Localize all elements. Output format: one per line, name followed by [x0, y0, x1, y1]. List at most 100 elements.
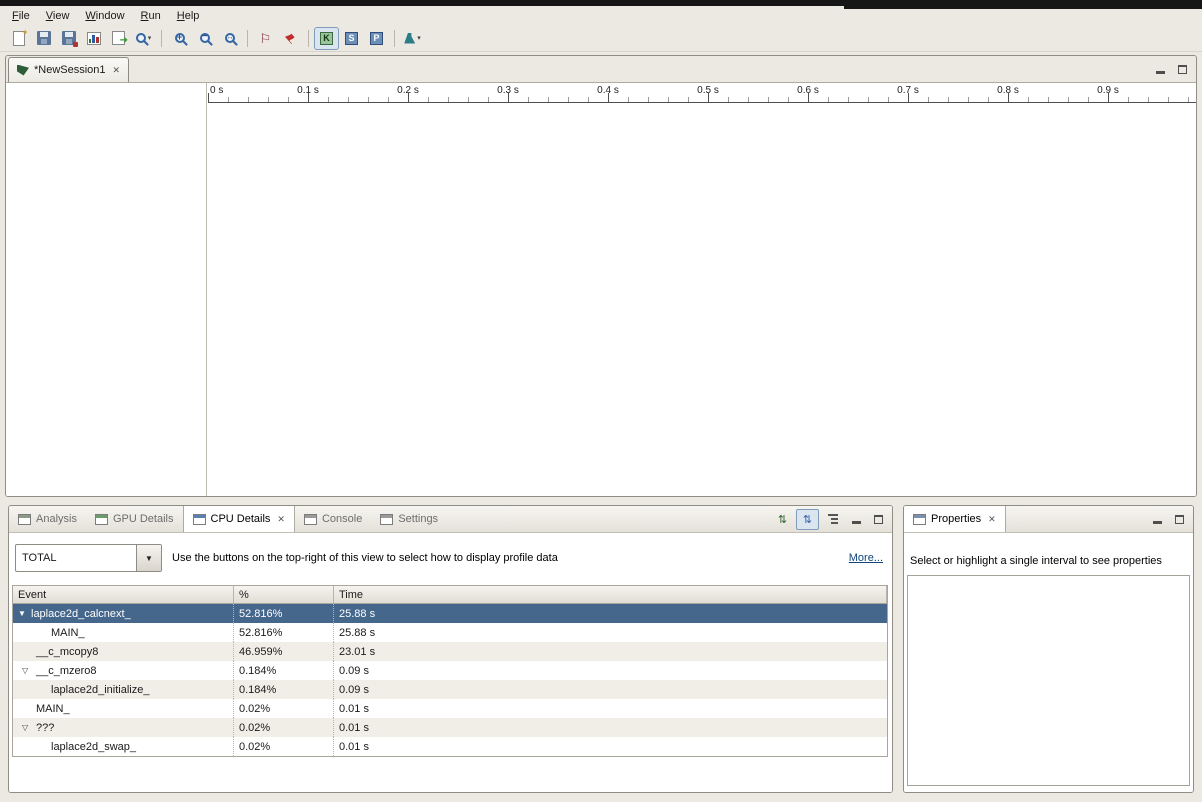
- tab-analysis[interactable]: Analysis: [9, 506, 86, 532]
- maximize-button[interactable]: [1169, 510, 1189, 529]
- ruler-tick-label: 0.3 s: [497, 85, 519, 96]
- menu-run[interactable]: Run: [133, 8, 169, 24]
- column-header-time[interactable]: Time: [334, 586, 887, 603]
- menu-window[interactable]: Window: [77, 8, 132, 24]
- close-icon[interactable]: ✕: [988, 514, 996, 525]
- close-icon[interactable]: ✕: [113, 65, 121, 76]
- table-row[interactable]: ▽??? 0.02% 0.01 s: [13, 718, 887, 737]
- event-time: 0.01 s: [333, 699, 887, 718]
- timeline-content: 0 s 0.1 s 0.2 s 0.3 s 0.4 s 0.5 s 0.6 s …: [6, 83, 1196, 497]
- display-hint-text: Use the buttons on the top-right of this…: [172, 552, 558, 564]
- save-as-button[interactable]: [56, 27, 81, 50]
- sort-order-button[interactable]: ⇅: [771, 509, 794, 530]
- column-header-percent[interactable]: %: [234, 586, 334, 603]
- zoom-out-button[interactable]: [192, 27, 217, 50]
- event-name: MAIN_: [13, 627, 85, 639]
- tree-view-button[interactable]: [821, 509, 844, 530]
- properties-panel: Properties ✕ Select or highlight a singl…: [903, 505, 1194, 793]
- save-button[interactable]: [31, 27, 56, 50]
- event-time: 0.09 s: [333, 661, 887, 680]
- minimize-button[interactable]: [1147, 510, 1167, 529]
- event-time: 0.01 s: [333, 718, 887, 737]
- process-toggle-button[interactable]: P: [364, 27, 389, 50]
- maximize-button[interactable]: [1172, 60, 1192, 79]
- red-flag-icon: ⚑: [282, 29, 299, 46]
- tab-label: Analysis: [36, 513, 77, 525]
- minimize-icon: [1153, 521, 1162, 524]
- maximize-button[interactable]: [868, 510, 888, 529]
- new-session-button[interactable]: ✦: [6, 27, 31, 50]
- zoom-fit-icon: [225, 33, 235, 43]
- zoom-fit-button[interactable]: [217, 27, 242, 50]
- minimize-button[interactable]: [846, 510, 866, 529]
- analysis-tab-icon: [18, 514, 31, 525]
- event-time: 0.01 s: [333, 737, 887, 756]
- combo-dropdown-button[interactable]: ▼: [136, 545, 161, 571]
- hierarchy-icon: [828, 514, 838, 524]
- tab-label: Settings: [398, 513, 438, 525]
- menu-bar: File View Window Run Help: [0, 6, 1202, 25]
- timeline-ruler[interactable]: 0 s 0.1 s 0.2 s 0.3 s 0.4 s 0.5 s 0.6 s …: [208, 83, 1196, 103]
- chart-icon: [87, 32, 101, 45]
- details-panel: Analysis GPU Details CPU Details ✕ Conso…: [8, 505, 893, 793]
- magnifier-icon: [136, 33, 146, 43]
- chevron-down-icon: ▾: [148, 34, 152, 42]
- stream-toggle-button[interactable]: S: [339, 27, 364, 50]
- timeline-canvas[interactable]: [208, 104, 1196, 497]
- zoom-in-button[interactable]: [167, 27, 192, 50]
- ruler-tick-label: 0.4 s: [597, 85, 619, 96]
- sort-by-value-button[interactable]: ⇅: [796, 509, 819, 530]
- kernel-toggle-button[interactable]: K: [314, 27, 339, 50]
- event-time: 0.09 s: [333, 680, 887, 699]
- export-button[interactable]: ➔: [106, 27, 131, 50]
- table-row[interactable]: ▼laplace2d_calcnext_ 52.816% 25.88 s: [13, 604, 887, 623]
- ruler-tick-label: 0.2 s: [397, 85, 419, 96]
- more-link[interactable]: More...: [849, 552, 883, 564]
- ruler-tick-label: 0 s: [210, 85, 223, 96]
- marker-remove-button[interactable]: ⚑: [278, 27, 303, 50]
- menu-file[interactable]: File: [4, 8, 38, 24]
- tab-newsession1[interactable]: *NewSession1 ✕: [8, 57, 129, 82]
- tab-label: Console: [322, 513, 362, 525]
- zoom-out-icon: [200, 33, 210, 43]
- menu-view[interactable]: View: [38, 8, 78, 24]
- tab-gpu-details[interactable]: GPU Details: [86, 506, 183, 532]
- tab-label: GPU Details: [113, 513, 174, 525]
- new-session-icon: ✦: [13, 31, 25, 46]
- properties-view: Select or highlight a single interval to…: [904, 533, 1193, 792]
- tab-console[interactable]: Console: [295, 506, 371, 532]
- chart-button[interactable]: [81, 27, 106, 50]
- details-tabstrip: Analysis GPU Details CPU Details ✕ Conso…: [9, 506, 892, 533]
- table-row[interactable]: MAIN_ 0.02% 0.01 s: [13, 699, 887, 718]
- event-select-combo[interactable]: TOTAL ▼: [15, 544, 162, 572]
- minimize-button[interactable]: [1150, 60, 1170, 79]
- close-icon[interactable]: ✕: [277, 514, 285, 525]
- expander-icon[interactable]: ▽: [22, 723, 28, 732]
- expander-icon[interactable]: ▽: [22, 666, 28, 675]
- event-percent: 0.02%: [233, 737, 333, 756]
- table-row[interactable]: MAIN_ 52.816% 25.88 s: [13, 623, 887, 642]
- properties-tab-icon: [913, 514, 926, 525]
- stream-icon: S: [345, 32, 358, 45]
- expander-icon[interactable]: ▼: [18, 609, 26, 618]
- kernel-icon: K: [320, 32, 333, 45]
- column-header-event[interactable]: Event: [13, 586, 234, 603]
- analysis-button[interactable]: ▾: [400, 27, 425, 50]
- tab-properties[interactable]: Properties ✕: [904, 506, 1006, 532]
- menu-help[interactable]: Help: [169, 8, 208, 24]
- ruler-tick-label: 0.9 s: [1097, 85, 1119, 96]
- event-percent: 0.02%: [233, 699, 333, 718]
- table-row[interactable]: ▽__c_mzero8 0.184% 0.09 s: [13, 661, 887, 680]
- event-percent: 52.816%: [233, 604, 333, 623]
- zoom-tool-button[interactable]: ▾: [131, 27, 156, 50]
- toolbar-separator: [161, 30, 162, 47]
- marker-forward-button[interactable]: ⚐: [253, 27, 278, 50]
- table-row[interactable]: __c_mcopy8 46.959% 23.01 s: [13, 642, 887, 661]
- event-time: 25.88 s: [333, 623, 887, 642]
- tab-settings[interactable]: Settings: [371, 506, 447, 532]
- tab-cpu-details[interactable]: CPU Details ✕: [183, 506, 295, 532]
- editor-tabstrip: *NewSession1 ✕: [6, 56, 1196, 83]
- table-row[interactable]: laplace2d_swap_ 0.02% 0.01 s: [13, 737, 887, 756]
- table-row[interactable]: laplace2d_initialize_ 0.184% 0.09 s: [13, 680, 887, 699]
- toolbar-separator: [394, 30, 395, 47]
